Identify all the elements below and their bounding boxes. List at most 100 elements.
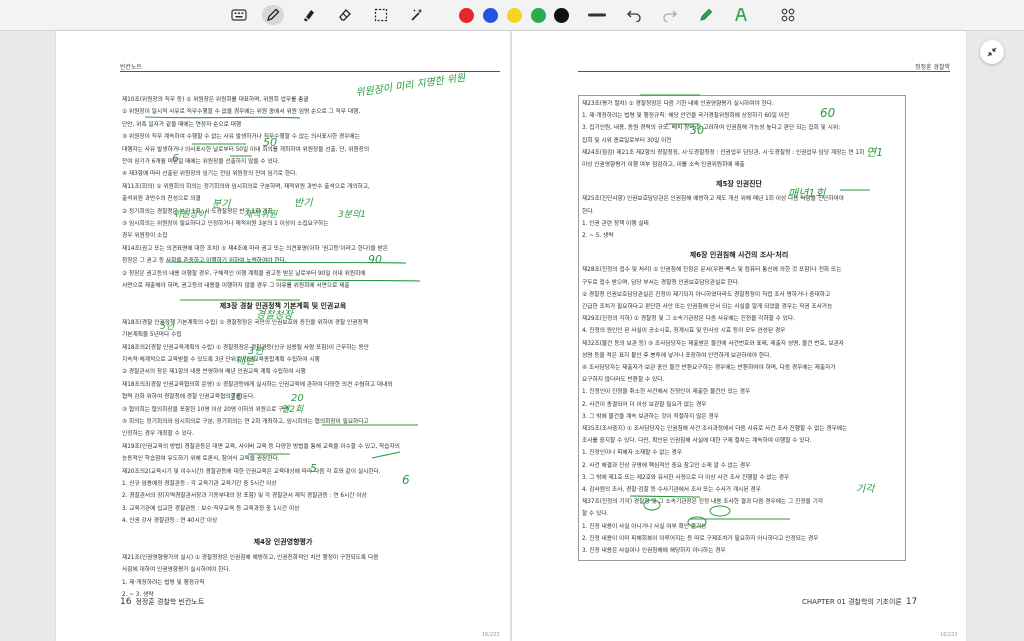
- text-line: 사항에 대하여 인권영향평가 실시하여야 한다.: [122, 567, 231, 574]
- text-line: 능동적인 학습참여 유도하기 위해 토론식, 참여식 교육을 권장한다.: [122, 456, 280, 463]
- text-line: ③ 협의회는 협의회장을 포함한 10명 이상 20명 이하의 위원으로 구성: [122, 406, 289, 413]
- text-line: ② 경찰관서의 장은 제1항의 내용 반영하여 매년 인권교육 계획 수립하여 …: [122, 369, 306, 376]
- text-line: 3. 그 밖에 제1호 또는 제2호와 유사한 사정으로 더 이상 사건 조사 …: [582, 474, 790, 481]
- chapter-heading: 제3장 경찰 인권정책 기본계획 및 인권교육: [219, 302, 347, 311]
- text-line: 제28조(진정의 접수 및 처리) ① 인권침해 진정은 문서(우편·팩스 및 …: [582, 267, 842, 274]
- text-line: 2. 경찰관서의 장(지역경찰관서장과 기동부대의 장 포함) 및 각 경찰관서…: [122, 493, 367, 500]
- text-line: 3. 진정 내용은 사실이나 인권침해에 해당하지 아니하는 경우: [582, 548, 726, 554]
- text-line: 제19조(인권교육의 방법) 경찰관등은 대면 교육, 사이버 교육 등 다양한…: [122, 443, 400, 450]
- text-line: 2. 사건 해결과 진상 규명에 핵심적인 중요 참고인 소재 알 수 없는 경…: [582, 462, 751, 469]
- text-line: 1. 진정인이 진정을 취소한 사건에서 진정인이 제출한 물건인 있는 경우: [582, 389, 751, 396]
- text-line: 제18조의3(경찰 인권교육협의회 운영) ① 경찰관등에게 실시하는 인권교육…: [122, 381, 393, 388]
- text-line: 제14조(권고 또는 의견표명에 대한 조치) ① 제4조에 따라 권고 또는 …: [122, 245, 388, 252]
- text-line: 서면으로 제출해야 하며, 권고등의 내용을 이행하지 않을 경우 그 이유를 …: [122, 283, 350, 289]
- text-line: 잔여 임기가 6개월 미만일 때에는 위원장을 선출하지 않을 수 있다.: [122, 159, 280, 165]
- handwriting-recognition-icon[interactable]: [731, 5, 751, 25]
- color-yellow-swatch[interactable]: [505, 5, 523, 25]
- text-line: 집회 및 시위 종료일로부터 30일 이전: [582, 137, 672, 144]
- text-line: 제11조(회의) ① 위원회의 회의는 정기회의와 임시회의로 구분하며, 재적…: [122, 183, 370, 190]
- stroke-width-icon[interactable]: [586, 5, 608, 25]
- right-page-header: 정정훈 경찰학: [914, 64, 950, 71]
- text-line: 제35조(조사중지) ① 조사담당자는 인권침해 사건 조사과정에서 다음 사유…: [582, 426, 848, 432]
- text-line: 1. 진정 내용이 사실 아니거나 사실 여부 확인 불가능: [582, 523, 707, 530]
- magic-tool-icon[interactable]: [407, 5, 427, 25]
- text-line: 조사를 중지할 수 있다. 다만, 확인된 인권침해 사실에 대한 구제 절차는…: [582, 438, 812, 445]
- text-line: 제18조(경찰 인권정책 기본계획의 수립) ① 경찰청장은 국민의 인권보호와…: [122, 319, 368, 326]
- right-header-rule: [578, 71, 950, 72]
- left-page[interactable]: 빈칸노트 제10조(위원장의 직무 등) ① 위원장은 위원회를 대표하며, 위…: [56, 31, 510, 641]
- left-footer-title: 정정훈 경찰학 빈칸노트: [135, 598, 205, 606]
- text-line: 2. 진정 내용이 이미 피해회복이 이루어지는 등 따로 구제조치가 필요하지…: [582, 535, 819, 542]
- text-line: 3. 교육기관에 입교한 경찰관등 : 보수·직무교육 등 교육과정 중 1시간…: [122, 505, 300, 512]
- lasso-select-icon[interactable]: [371, 5, 391, 25]
- text-line: 1. 신규 임용예정 경찰관등 : 각 교육기관 교육기간 중 5시간 이상: [122, 481, 277, 487]
- undo-icon[interactable]: [624, 5, 644, 25]
- text-line: 제23조(평가 절차) ① 경찰청장은 다음 기한 내에 인권영향평가 실시하여…: [582, 101, 774, 107]
- right-page-footer: CHAPTER 01 경찰학의 기초이론 17: [802, 597, 917, 607]
- annotation-toolbar: [0, 0, 1024, 31]
- color-red-swatch[interactable]: [457, 5, 475, 25]
- green-pen-icon[interactable]: [696, 5, 716, 25]
- left-header-rule: [120, 71, 500, 72]
- text-line: 4. 인권 강사 경찰관등 : 연 40시간 이상: [122, 518, 218, 525]
- text-line: 경우 위원장이 소집: [122, 233, 168, 240]
- text-line: 협력 강화 위하여 경찰청에 경찰 인권교육협의회를 둔다.: [122, 394, 256, 401]
- text-line: 3. 그 밖에 물건을 계속 보관하는 것이 적절하지 않은 경우: [582, 413, 719, 420]
- text-line: 구두로 접수 받으며, 담당 부서는 경찰청 인권보호담당관실로 한다.: [582, 279, 740, 286]
- right-page[interactable]: 정정훈 경찰학 제23조(평가 절차) ① 경찰청장은 다음 기한 내에 인권영…: [512, 31, 966, 641]
- text-line: 요구하지 않더라도 반환할 수 있다.: [582, 377, 665, 384]
- text-line: 한다.: [582, 208, 595, 215]
- text-line: 제21조(인권영향평가의 실시) ① 경찰청장은 인권침해 예방하고, 인권친화…: [122, 555, 379, 561]
- text-line: 제10조(위원장의 직무 등) ① 위원장은 위원회를 대표하며, 위원회 업무…: [122, 97, 309, 103]
- text-line: 3. 집기인원, 내용, 동원 경력의 규모, 배치 장비 등 고려하여 인권침…: [582, 125, 841, 132]
- text-line: 지속적·체계적으로 교육받을 수 있도록 3년 단위로 인권교육종합계획 수립하…: [122, 357, 320, 363]
- text-line: 출석위원 과반수의 찬성으로 의결: [122, 196, 201, 203]
- text-line: ③ 임시회의는 위원장이 필요하다고 인정하거나 재적위원 3분의 1 이상이 …: [122, 221, 329, 227]
- redo-icon[interactable]: [660, 5, 680, 25]
- color-blue-swatch[interactable]: [481, 5, 499, 25]
- text-line: 성명 등을 적은 표지 붙인 후 봉투에 넣거나 포장하여 안전하게 보관하여야…: [582, 352, 772, 359]
- color-black-swatch[interactable]: [552, 5, 570, 25]
- right-footer-page-number: 17: [905, 597, 918, 607]
- text-line: ② 정기회의는 경찰청은 분기 1회, 시·도경찰청은 반기 1회 개최: [122, 208, 273, 215]
- left-page-header: 빈칸노트: [120, 64, 143, 71]
- left-page-counter: 16/223: [482, 632, 500, 638]
- text-line: 1. 제·개정하려는 법령 및 행정규칙: 해당 안건을 국가경찰위원회에 상정…: [582, 113, 790, 120]
- more-tools-grid-icon[interactable]: [778, 5, 798, 25]
- chapter-heading: 제5장 인권진단: [716, 180, 762, 189]
- right-footer-title: CHAPTER 01 경찰학의 기초이론: [802, 598, 902, 606]
- keyboard-icon[interactable]: [229, 5, 249, 25]
- left-footer-page-number: 16: [120, 597, 132, 607]
- text-line: 2. 사건이 종결되어 더 이상 보관할 필요가 없는 경우: [582, 401, 707, 408]
- color-yellow-dot: [506, 7, 522, 23]
- text-line: 할 수 있다.: [582, 511, 609, 518]
- text-line: 제37조(진정의 기각) 경찰청 및 그 소속기관장은 진정 내용 조사한 결과…: [582, 499, 824, 506]
- eraser-icon[interactable]: [335, 5, 355, 25]
- text-line: ⑤ 회의는 정기회의와 임시회의로 구분, 정기회의는 연 2회 개최하고, 임…: [122, 419, 369, 425]
- collapse-arrows-icon: [987, 47, 997, 57]
- text-line: ② 위원장이 일시적 사유로 직무수행할 수 없을 경우에는 위원 중에서 위원…: [122, 109, 361, 116]
- pen-tool-icon[interactable]: [262, 5, 284, 25]
- text-line: 긴급한 조치가 필요하다고 판단한 사안 또는 인권침해 단서 되는 사실을 알…: [582, 304, 833, 310]
- chapter-heading: 제4장 인권영향평가: [253, 537, 313, 546]
- text-line: 기본계획을 5년마다 수립: [122, 332, 182, 339]
- right-page-counter: 16/223: [940, 632, 958, 638]
- highlighter-icon[interactable]: [299, 5, 319, 25]
- text-line: ④ 제3항에 따라 선출된 위원장의 임기는 전임 위원장의 잔여 임기로 한다…: [122, 171, 298, 178]
- text-line: 1. 진정인이나 피해자 소재할 수 없는 경우: [582, 450, 682, 457]
- color-red-dot: [458, 7, 474, 23]
- chapter-heading: 제6장 인권침해 사건의 조사·처리: [689, 251, 789, 260]
- text-line: ③ 위원장이 직무 계속하여 수행할 수 없는 사유 발생하거나 직무수행할 수…: [122, 134, 360, 141]
- text-line: 1. 인권 관련 정책 이행 실태: [582, 220, 649, 227]
- text-line: 제29조(진정의 각하) ① 경찰청 및 그 소속기관장은 다음 사유에는 진정…: [582, 316, 795, 323]
- color-green-swatch[interactable]: [529, 5, 547, 25]
- left-page-footer: 16 정정훈 경찰학 빈칸노트: [120, 597, 204, 607]
- color-blue-dot: [482, 7, 498, 23]
- text-line: 단만, 위촉 일자가 같을 때에는 연장자 순으로 대행: [122, 121, 242, 128]
- text-line: 이상 인권영향평가 이행 여부 점검하고, 이를 소속 인권위원회에 제출: [582, 162, 745, 168]
- text-line: 1. 제·개정하려는 법령 및 행정규칙: [122, 579, 205, 586]
- text-line: 4. 감사원의 조사, 경찰·검찰 등 수사기관에서 조사 또는 수사가 개시된…: [582, 487, 761, 493]
- text-line: 대행자는 사유 발생하거나 의사표시한 날로부터 50일 이내 회의를 개최하여…: [122, 146, 370, 153]
- collapse-toolbar-button[interactable]: [980, 40, 1004, 64]
- text-line: 2. ~ 5. 생략: [582, 233, 614, 239]
